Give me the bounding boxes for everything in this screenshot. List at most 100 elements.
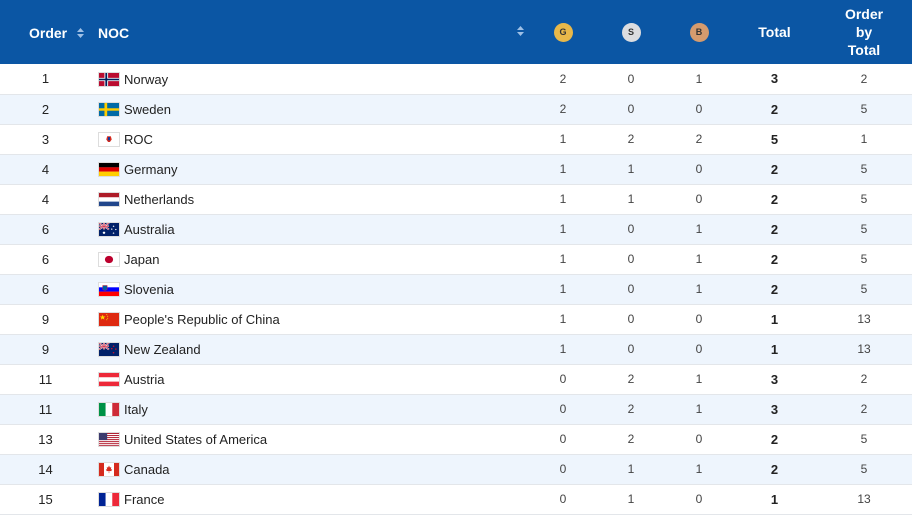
gold-cell: 0 [529, 394, 597, 425]
table-row[interactable]: 6 Australia 1 0 1 2 5 [0, 214, 912, 245]
noc-cell[interactable]: Canada [91, 454, 529, 485]
total-cell: 1 [733, 484, 816, 515]
country-name[interactable]: Netherlands [124, 192, 194, 207]
noc-cell[interactable]: Slovenia [91, 274, 529, 305]
table-row[interactable]: 15 France 0 1 0 1 13 [0, 484, 912, 515]
noc-cell[interactable]: France [91, 484, 529, 515]
bronze-cell: 1 [665, 244, 733, 275]
country-name[interactable]: Italy [124, 402, 148, 417]
gold-cell: 0 [529, 424, 597, 455]
country-name[interactable]: ROC [124, 132, 153, 147]
silver-cell: 2 [597, 364, 665, 395]
country-name[interactable]: New Zealand [124, 342, 201, 357]
country-name[interactable]: Australia [124, 222, 175, 237]
order-cell: 13 [0, 424, 91, 455]
flag-germany-icon [98, 162, 120, 178]
table-row[interactable]: 4 Netherlands 1 1 0 2 5 [0, 184, 912, 215]
order-by-total-cell: 5 [816, 94, 912, 125]
table-row[interactable]: 14 Canada 0 1 1 2 5 [0, 454, 912, 485]
order-by-total-label-1: Order [844, 6, 884, 22]
noc-cell[interactable]: Germany [91, 154, 529, 185]
flag-usa-icon [98, 432, 120, 448]
flag-norway-icon [98, 71, 120, 87]
noc-cell[interactable]: Australia [91, 214, 529, 245]
country-name[interactable]: Canada [124, 462, 170, 477]
bronze-cell: 1 [665, 454, 733, 485]
order-cell: 11 [0, 364, 91, 395]
total-column-header[interactable]: Total [733, 0, 816, 64]
country-name[interactable]: People's Republic of China [124, 312, 280, 327]
total-cell: 3 [733, 64, 816, 95]
table-row[interactable]: 9 People's Republic of China 1 0 0 1 13 [0, 304, 912, 335]
noc-column-header[interactable]: NOC [91, 0, 529, 64]
silver-cell: 1 [597, 454, 665, 485]
table-row[interactable]: 2 Sweden 2 0 0 2 5 [0, 94, 912, 125]
table-row[interactable]: 13 United States of America 0 2 0 2 5 [0, 424, 912, 455]
total-cell: 2 [733, 424, 816, 455]
order-by-total-cell: 5 [816, 184, 912, 215]
silver-cell: 0 [597, 214, 665, 245]
order-cell: 4 [0, 184, 91, 215]
gold-cell: 1 [529, 244, 597, 275]
table-row[interactable]: 1 Norway 2 0 1 3 2 [0, 64, 912, 95]
order-by-total-cell: 5 [816, 274, 912, 305]
order-by-total-cell: 5 [816, 244, 912, 275]
sort-updown-icon[interactable] [77, 27, 85, 38]
flag-roc-icon [98, 132, 120, 148]
flag-sweden-icon [98, 102, 120, 118]
bronze-cell: 0 [665, 334, 733, 365]
noc-cell[interactable]: New Zealand [91, 334, 529, 365]
silver-cell: 0 [597, 304, 665, 335]
noc-cell[interactable]: Italy [91, 394, 529, 425]
noc-cell[interactable]: United States of America [91, 424, 529, 455]
country-name[interactable]: Austria [124, 372, 164, 387]
table-row[interactable]: 11 Italy 0 2 1 3 2 [0, 394, 912, 425]
sort-updown-icon[interactable] [517, 26, 524, 36]
flag-japan-icon [98, 252, 120, 268]
noc-cell[interactable]: ROC [91, 124, 529, 155]
silver-cell: 0 [597, 244, 665, 275]
flag-netherlands-icon [98, 192, 120, 208]
total-cell: 2 [733, 94, 816, 125]
noc-cell[interactable]: People's Republic of China [91, 304, 529, 335]
gold-column-header[interactable]: G [529, 0, 597, 64]
bronze-cell: 1 [665, 214, 733, 245]
table-row[interactable]: 6 Japan 1 0 1 2 5 [0, 244, 912, 275]
noc-cell[interactable]: Netherlands [91, 184, 529, 215]
noc-cell[interactable]: Austria [91, 364, 529, 395]
country-name[interactable]: Germany [124, 162, 177, 177]
order-by-total-column-header[interactable]: Order by Total [816, 0, 912, 64]
table-row[interactable]: 9 New Zealand 1 0 0 1 13 [0, 334, 912, 365]
flag-italy-icon [98, 402, 120, 418]
gold-cell: 1 [529, 154, 597, 185]
country-name[interactable]: Slovenia [124, 282, 174, 297]
silver-cell: 0 [597, 64, 665, 95]
flag-slovenia-icon [98, 282, 120, 298]
table-row[interactable]: 3 ROC 1 2 2 5 1 [0, 124, 912, 155]
bronze-cell: 0 [665, 304, 733, 335]
country-name[interactable]: Japan [124, 252, 159, 267]
noc-cell[interactable]: Norway [91, 64, 529, 95]
table-row[interactable]: 4 Germany 1 1 0 2 5 [0, 154, 912, 185]
gold-cell: 1 [529, 334, 597, 365]
table-row[interactable]: 6 Slovenia 1 0 1 2 5 [0, 274, 912, 305]
gold-cell: 1 [529, 214, 597, 245]
country-name[interactable]: France [124, 492, 164, 507]
gold-cell: 0 [529, 454, 597, 485]
order-column-header[interactable]: Order [0, 0, 91, 64]
total-cell: 2 [733, 184, 816, 215]
order-cell: 4 [0, 154, 91, 185]
bronze-column-header[interactable]: B [665, 0, 733, 64]
table-row[interactable]: 11 Austria 0 2 1 3 2 [0, 364, 912, 395]
bronze-cell: 0 [665, 484, 733, 515]
country-name[interactable]: Sweden [124, 102, 171, 117]
order-by-total-label-3: Total [847, 42, 881, 58]
gold-cell: 2 [529, 64, 597, 95]
country-name[interactable]: United States of America [124, 432, 267, 447]
silver-column-header[interactable]: S [597, 0, 665, 64]
country-name[interactable]: Norway [124, 72, 168, 87]
noc-cell[interactable]: Japan [91, 244, 529, 275]
silver-cell: 0 [597, 274, 665, 305]
noc-header-label: NOC [98, 24, 130, 41]
noc-cell[interactable]: Sweden [91, 94, 529, 125]
